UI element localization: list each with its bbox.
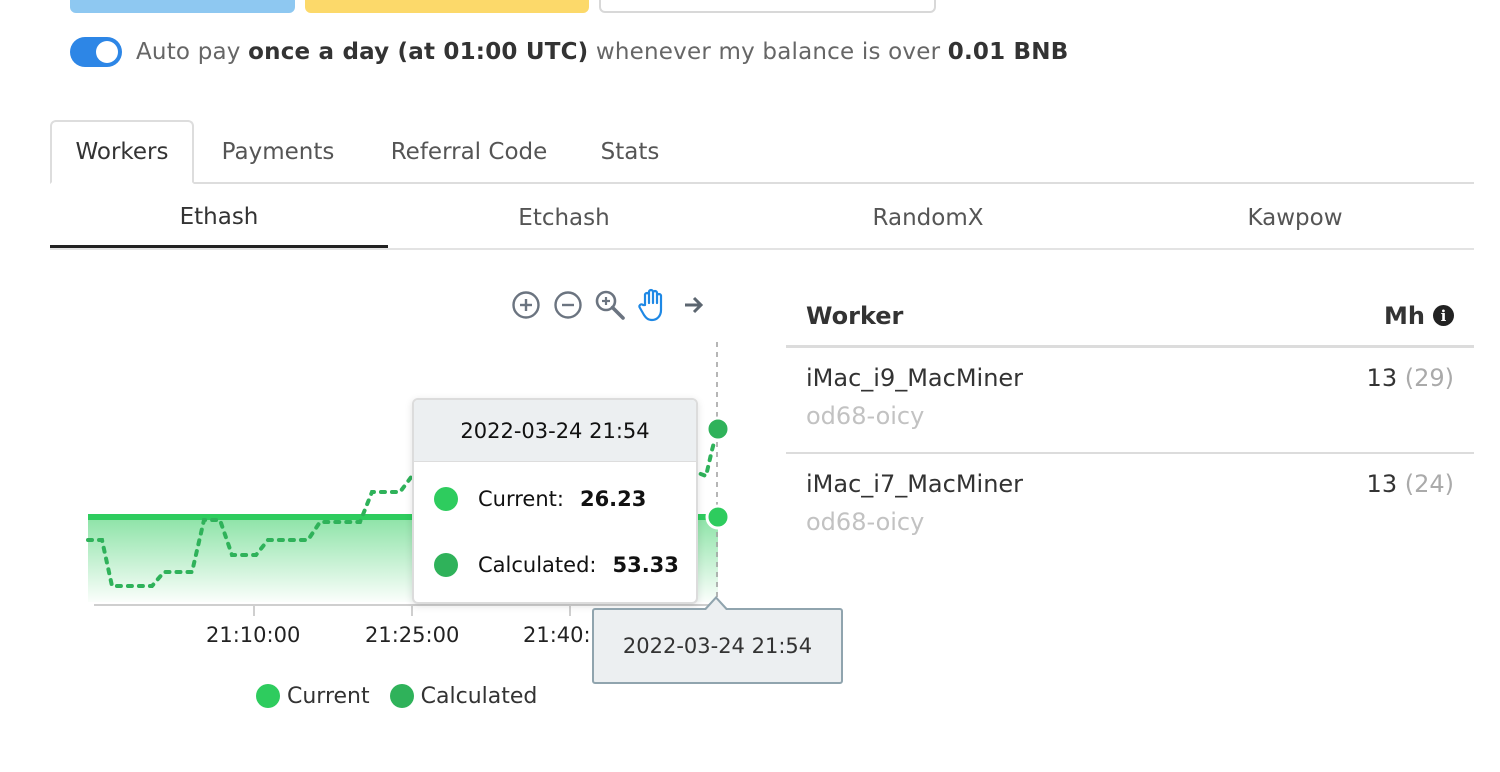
legend-calculated[interactable]: Calculated — [389, 683, 538, 709]
worker-hashrate: 13 (29) — [1367, 364, 1454, 392]
calculated-marker — [705, 416, 731, 442]
worker-hashrate: 13 (24) — [1367, 470, 1454, 498]
table-row[interactable]: iMac_i9_MacMiner od68-oicy 13 (29) — [786, 348, 1474, 454]
current-marker — [705, 504, 731, 530]
chart-toolbar — [510, 285, 710, 325]
tooltip-calculated-label: Calculated: — [478, 553, 597, 577]
tooltip-calculated-row: Calculated: 53.33 — [434, 550, 679, 580]
table-header: Worker Mh i — [786, 286, 1474, 348]
col-mh-header[interactable]: Mh i — [1384, 302, 1454, 330]
calculated-dot-icon — [434, 553, 458, 577]
chart-tooltip: 2022-03-24 21:54 Current: 26.23 Calculat… — [412, 398, 698, 604]
legend-current-label: Current — [287, 683, 370, 709]
selection-zoom-icon[interactable] — [594, 287, 626, 323]
worker-hashrate-current: 13 — [1366, 364, 1398, 392]
worker-hashrate-current: 13 — [1366, 470, 1398, 498]
zoom-out-icon[interactable] — [552, 287, 584, 323]
current-dot-icon — [434, 487, 458, 511]
tooltip-calculated-value: 53.33 — [612, 553, 679, 577]
worker-name: iMac_i7_MacMiner — [806, 470, 1024, 498]
col-mh-label: Mh — [1384, 301, 1425, 330]
worker-id: od68-oicy — [806, 402, 925, 430]
tooltip-time: 2022-03-24 21:54 — [414, 400, 696, 462]
pan-hand-icon[interactable] — [636, 287, 668, 323]
chart-legend: Current Calculated — [256, 680, 557, 712]
workers-table: Worker Mh i iMac_i9_MacMiner od68-oicy 1… — [786, 286, 1474, 560]
tooltip-current-value: 26.23 — [579, 487, 647, 511]
legend-current-dot-icon — [256, 684, 280, 708]
x-tick-label: 21:10:00 — [206, 623, 301, 647]
info-icon[interactable]: i — [1433, 305, 1454, 326]
table-row[interactable]: iMac_i7_MacMiner od68-oicy 13 (24) — [786, 454, 1474, 560]
tooltip-current-label: Current: — [478, 487, 564, 511]
zoom-in-icon[interactable] — [510, 287, 542, 323]
subtab-kawpow[interactable]: Kawpow — [1116, 188, 1474, 248]
legend-calculated-dot-icon — [389, 684, 414, 708]
x-tick-label: 21:40: — [523, 623, 591, 647]
legend-calculated-label: Calculated — [420, 683, 538, 709]
reset-arrow-icon[interactable] — [678, 287, 710, 323]
tooltip-current-row: Current: 26.23 — [434, 484, 646, 514]
x-tick-label: 21:25:00 — [365, 623, 460, 647]
legend-current[interactable]: Current — [256, 684, 370, 709]
col-worker-header[interactable]: Worker — [806, 302, 903, 330]
xaxis-tooltip: 2022-03-24 21:54 — [592, 608, 843, 684]
worker-id: od68-oicy — [806, 508, 925, 536]
autopay-threshold: 0.01 BNB — [947, 39, 1069, 65]
subtab-randomx[interactable]: RandomX — [740, 188, 1116, 248]
xaxis-tooltip-arrow-inner — [706, 599, 726, 610]
worker-hashrate-calculated: (24) — [1404, 470, 1454, 498]
worker-hashrate-calculated: (29) — [1404, 364, 1454, 392]
hashrate-chart: 21:10:00 21:25:00 21:40: 2022-03-24 21:5… — [0, 0, 843, 772]
worker-name: iMac_i9_MacMiner — [806, 364, 1024, 392]
